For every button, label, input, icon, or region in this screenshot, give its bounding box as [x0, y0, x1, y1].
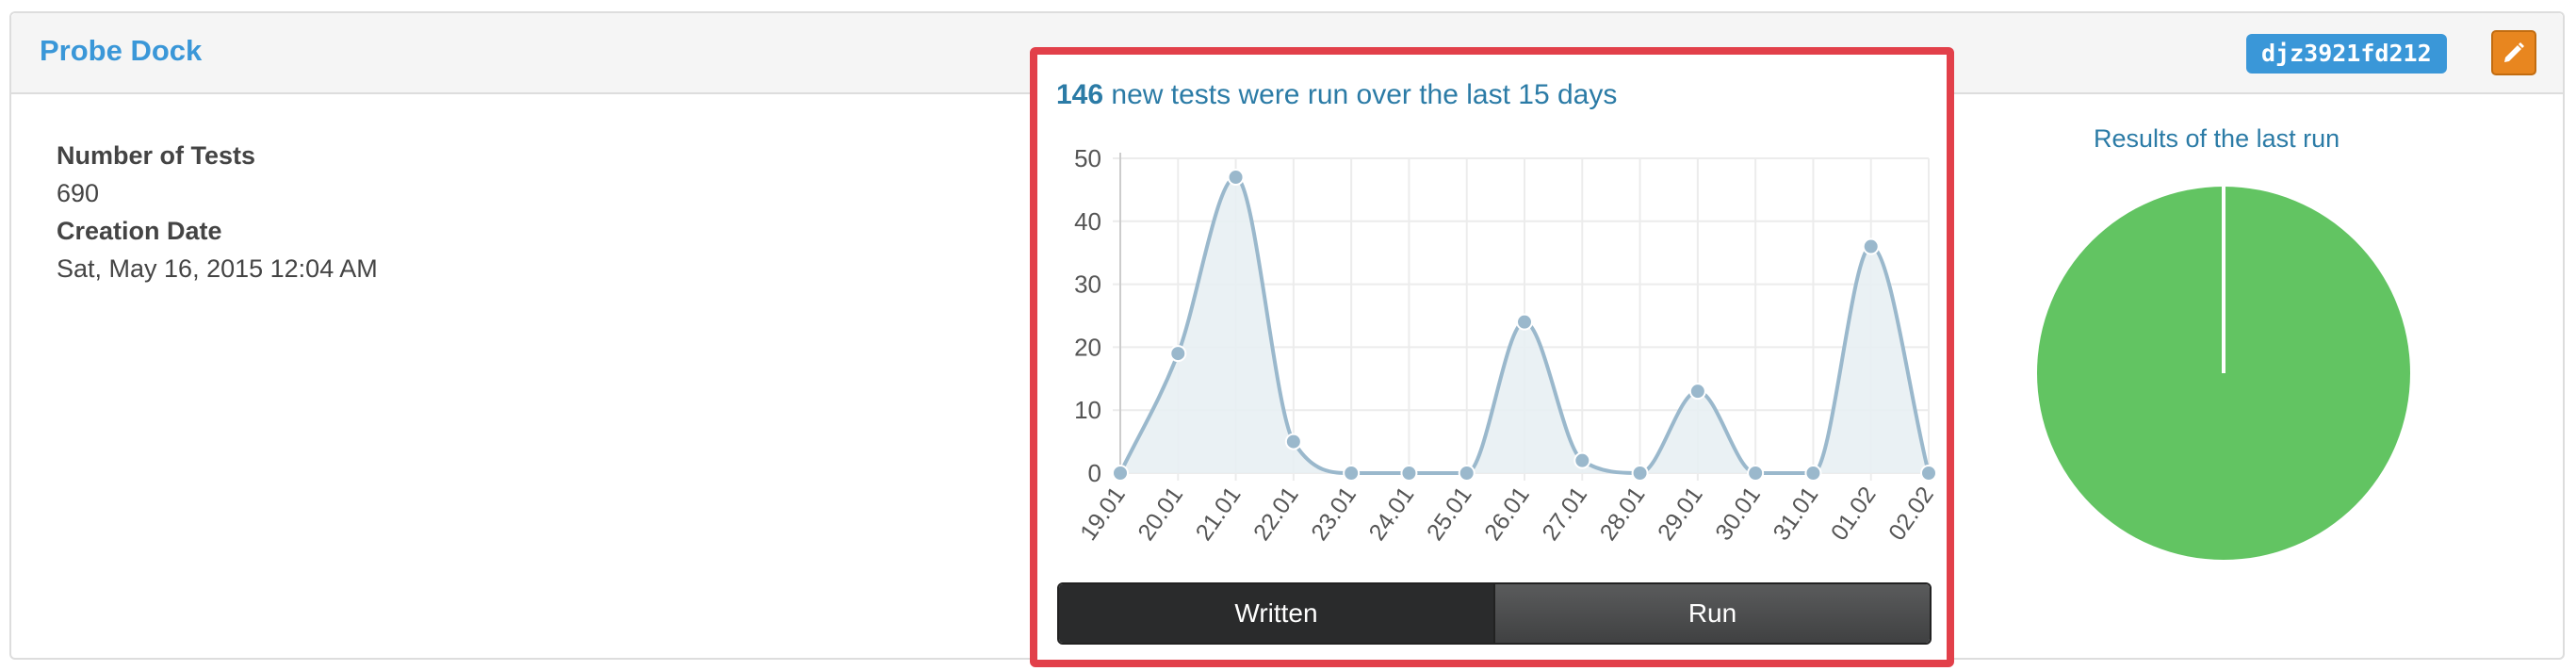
x-tick-label: 27.01 — [1537, 482, 1592, 545]
x-tick-label: 22.01 — [1248, 482, 1304, 545]
x-tick-label: 25.01 — [1422, 482, 1477, 545]
y-tick-label: 10 — [1074, 396, 1101, 424]
data-point[interactable] — [1458, 465, 1475, 482]
data-point[interactable] — [1112, 465, 1129, 482]
data-point[interactable] — [1747, 465, 1765, 482]
pencil-icon — [2504, 42, 2524, 62]
project-info: Number of Tests 690 Creation Date Sat, M… — [57, 137, 378, 287]
x-tick-label: 29.01 — [1653, 482, 1708, 545]
data-point[interactable] — [1688, 383, 1706, 401]
y-tick-label: 20 — [1074, 333, 1101, 361]
data-point[interactable] — [1804, 465, 1822, 482]
x-tick-label: 23.01 — [1306, 482, 1361, 545]
tests-count-label: Number of Tests — [57, 141, 256, 170]
y-tick-label: 40 — [1074, 207, 1101, 236]
x-tick-label: 24.01 — [1364, 482, 1420, 545]
tests-count-value: 690 — [57, 179, 100, 207]
data-point[interactable] — [1631, 465, 1649, 482]
project-title-link[interactable]: Probe Dock — [40, 34, 202, 68]
edit-button[interactable] — [2491, 30, 2536, 75]
data-point[interactable] — [1516, 313, 1533, 331]
new-tests-widget: 146 new tests were run over the last 15 … — [1030, 47, 1954, 667]
x-tick-label: 28.01 — [1595, 482, 1651, 545]
x-tick-label: 26.01 — [1479, 482, 1535, 545]
creation-date-value: Sat, May 16, 2015 12:04 AM — [57, 254, 378, 283]
data-point[interactable] — [1343, 465, 1361, 482]
x-tick-label: 31.01 — [1769, 482, 1824, 545]
x-tick-label: 30.01 — [1710, 482, 1766, 545]
api-id-badge: djz3921fd212 — [2246, 34, 2447, 74]
new-tests-line-chart: 0 10 20 30 40 50 19.01 20.01 21.01 22.01 23.01 24.0… — [1074, 144, 1939, 546]
data-point[interactable] — [1920, 465, 1937, 482]
data-point[interactable] — [1227, 169, 1245, 187]
data-point[interactable] — [1400, 465, 1418, 482]
x-tick-label: 20.01 — [1133, 482, 1188, 545]
written-toggle-button[interactable]: Written — [1059, 584, 1493, 643]
x-tick-label: 02.02 — [1883, 482, 1939, 545]
y-tick-label: 30 — [1074, 270, 1101, 299]
last-run-pie-chart — [2037, 187, 2410, 560]
chart-mode-toggle: Written Run — [1057, 582, 1932, 645]
pie-chart-title: Results of the last run — [2094, 124, 2340, 153]
y-tick-label: 50 — [1074, 144, 1101, 172]
creation-date-label: Creation Date — [57, 217, 222, 245]
data-point[interactable] — [1573, 451, 1591, 469]
x-tick-label: 21.01 — [1191, 482, 1247, 545]
data-point[interactable] — [1862, 237, 1880, 255]
x-tick-label: 19.01 — [1075, 482, 1131, 545]
y-tick-label: 0 — [1088, 459, 1101, 487]
data-point[interactable] — [1284, 433, 1302, 450]
x-tick-label: 01.02 — [1826, 482, 1882, 545]
run-toggle-button[interactable]: Run — [1493, 584, 1930, 643]
data-point[interactable] — [1169, 345, 1187, 363]
